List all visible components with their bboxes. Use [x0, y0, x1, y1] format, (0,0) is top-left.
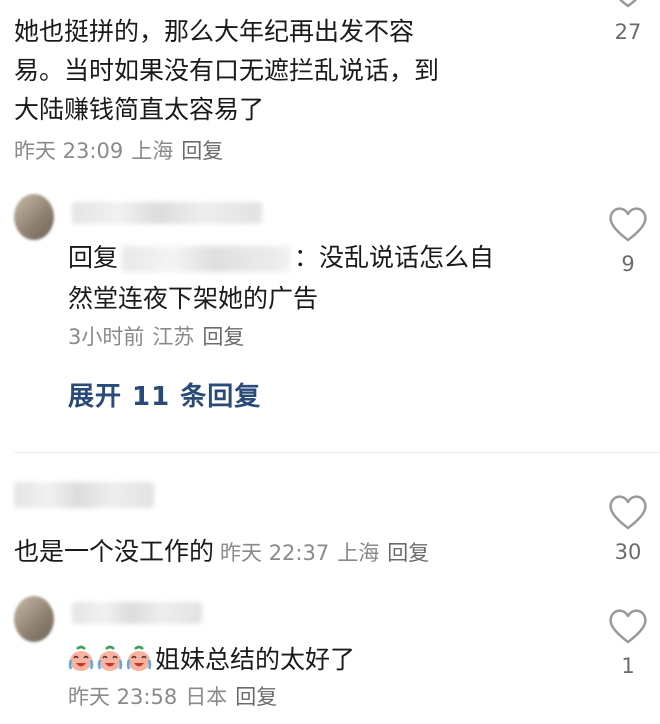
emoji-group	[68, 645, 155, 674]
comment-1-line-3: 大陆赚钱简直太容易了	[14, 95, 265, 124]
avatar[interactable]	[14, 194, 54, 240]
mention-blurred[interactable]	[122, 246, 291, 272]
divider	[14, 452, 660, 453]
comment-3: 也是一个没工作的 昨天 22:37 上海 回复 30	[0, 470, 660, 580]
comment-1-location: 上海	[131, 139, 174, 163]
comment-2-location: 江苏	[152, 325, 195, 349]
crying-laughing-emoji-icon	[126, 645, 152, 671]
heart-outline-icon[interactable]	[606, 492, 650, 532]
comment-2-body-part: ：没乱说话怎么自	[294, 243, 495, 272]
comment-4-time: 昨天 23:58	[68, 685, 178, 709]
comment-3-time: 昨天 22:37	[220, 541, 330, 565]
comment-3-reply-button[interactable]: 回复	[387, 541, 429, 565]
comment-1: 她也挺拼的，那么大年纪再出发不容 易。当时如果没有口无遮拦乱说话，到 大陆赚钱简…	[0, 0, 660, 175]
comment-2-line-2: 然堂连夜下架她的广告	[68, 284, 319, 313]
avatar[interactable]	[14, 596, 54, 642]
expand-replies-link[interactable]: 展开 11 条回复	[68, 378, 261, 416]
comment-2: 回复 ：没乱说话怎么自 然堂连夜下架她的广告 3小时前 江苏 回复 展开 11 条回复…	[0, 190, 660, 440]
crying-laughing-emoji-icon	[97, 645, 123, 671]
comment-4-like-count: 1	[621, 654, 635, 678]
comment-2-time: 3小时前	[68, 325, 145, 349]
comment-4-meta: 昨天 23:58 日本 回复	[68, 682, 285, 712]
heart-outline-icon[interactable]	[606, 606, 650, 646]
comment-3-location: 上海	[337, 541, 380, 565]
comment-1-line-1: 她也挺拼的，那么大年纪再出发不容	[14, 17, 415, 46]
comment-4: 姐妹总结的太好了 昨天 23:58 日本 回复 1	[0, 592, 660, 724]
reply-prefix: 回复	[68, 243, 119, 272]
comment-1-time: 昨天 23:09	[14, 139, 124, 163]
heart-outline-icon[interactable]	[606, 204, 650, 244]
comment-4-body: 姐妹总结的太好了	[155, 645, 356, 674]
comment-3-meta: 昨天 22:37 上海 回复	[220, 541, 437, 565]
username-blurred[interactable]	[72, 202, 262, 224]
comment-3-body: 也是一个没工作的	[14, 537, 215, 566]
comment-1-reply-button[interactable]: 回复	[181, 139, 223, 163]
username-blurred[interactable]	[14, 482, 154, 508]
comment-2-reply-button[interactable]: 回复	[202, 325, 244, 349]
comment-1-like-count: 27	[614, 20, 642, 44]
comment-2-meta: 3小时前 江苏 回复	[68, 322, 252, 352]
comment-2-like-count: 9	[621, 252, 635, 276]
comment-1-line-2: 易。当时如果没有口无遮拦乱说话，到	[14, 56, 440, 85]
comment-2-line-1: 回复 ：没乱说话怎么自	[68, 238, 494, 277]
comment-4-reply-button[interactable]: 回复	[235, 685, 277, 709]
comment-1-meta: 昨天 23:09 上海 回复	[14, 136, 231, 166]
comment-4-location: 日本	[185, 685, 228, 709]
username-blurred[interactable]	[72, 602, 202, 624]
comment-4-body-line: 姐妹总结的太好了	[68, 640, 355, 679]
comment-3-body-line: 也是一个没工作的 昨天 22:37 上海 回复	[14, 532, 437, 573]
crying-laughing-emoji-icon	[68, 645, 94, 671]
heart-outline-icon[interactable]	[606, 0, 650, 10]
comment-3-like-count: 30	[614, 540, 642, 564]
